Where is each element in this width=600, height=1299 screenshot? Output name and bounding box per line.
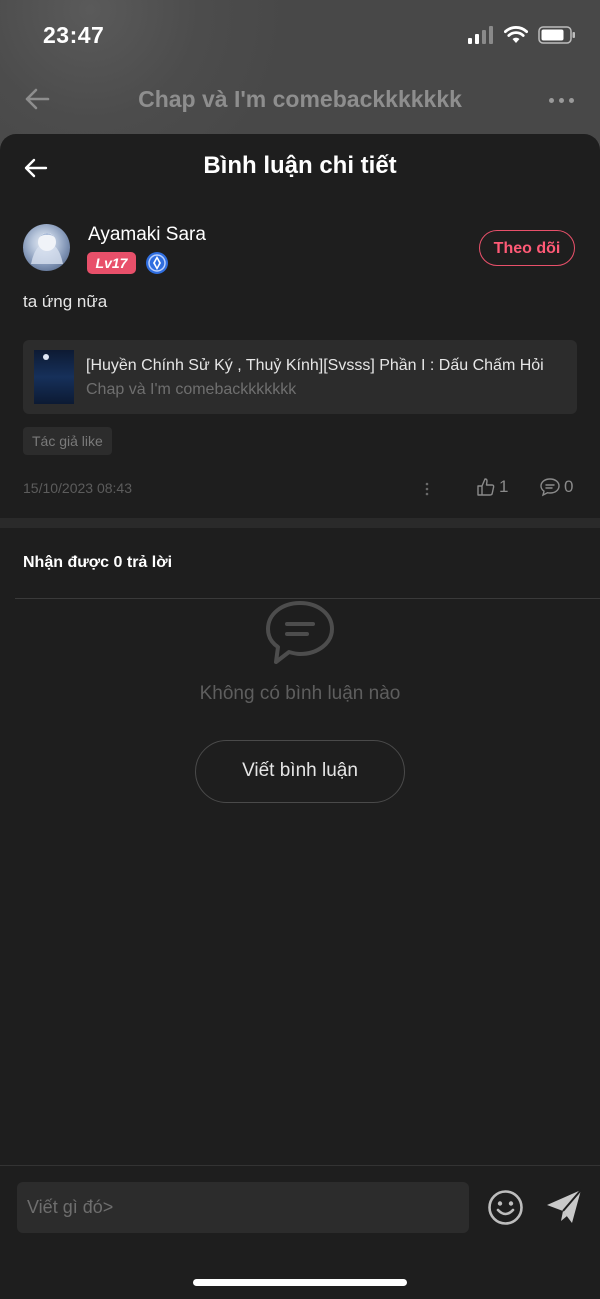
comment-text: ta ứng nữa [23,292,108,311]
home-indicator [193,1279,407,1286]
avatar[interactable] [23,224,70,271]
bottom-divider [0,1165,600,1166]
timestamp: 15/10/2023 08:43 [23,480,132,496]
status-icons [468,26,576,44]
wifi-icon [504,26,528,43]
comment-input[interactable]: Viết gì đó> [17,1182,469,1233]
author-like-tag: Tác giả like [23,427,112,455]
background-header: Chap và I'm comebackkkkkkk [0,70,600,134]
rank-badge-icon [146,252,168,274]
reply-count: 0 [564,477,574,496]
status-time: 23:47 [43,22,105,48]
comment-icon [540,478,560,497]
avatar-image [31,233,63,264]
more-vertical-icon[interactable] [424,480,430,498]
story-cover-image [34,350,74,404]
divider [15,598,600,599]
replies-heading: Nhận được 0 trả lời [23,554,173,571]
username[interactable]: Ayamaki Sara [88,224,206,246]
emoji-icon[interactable] [487,1189,524,1226]
comment-card: Ayamaki Sara Lv17 Theo dõi ta ứng nữa [H… [0,200,600,518]
like-button[interactable]: 1 [476,477,508,497]
battery-icon [538,26,575,44]
like-count: 1 [499,477,509,496]
story-chapter: Chap và I'm comebackkkkkkk [86,381,297,398]
section-separator [0,518,600,528]
more-icon[interactable] [549,98,574,103]
background-title: Chap và I'm comebackkkkkkk [138,86,462,112]
follow-button[interactable]: Theo dõi [479,230,575,266]
empty-comments-icon [266,601,334,664]
status-bar: 23:47 [0,0,600,70]
sheet-header: Bình luận chi tiết [0,134,600,200]
comment-detail-sheet: Bình luận chi tiết Ayamaki Sara Lv17 The… [0,134,600,1299]
level-badge: Lv17 [87,252,136,274]
sheet-title: Bình luận chi tiết [203,152,397,179]
story-title: [Huyền Chính Sử Ký , Thuỷ Kính][Svsss] P… [86,357,544,374]
empty-state-text: Không có bình luận nào [199,683,401,704]
thumbs-up-icon [477,478,495,496]
send-icon[interactable] [545,1188,583,1226]
story-card[interactable]: [Huyền Chính Sử Ký , Thuỷ Kính][Svsss] P… [23,340,577,414]
reply-button[interactable]: 0 [539,477,573,497]
signal-icon [468,26,493,44]
write-comment-button[interactable]: Viết bình luận [195,740,405,803]
